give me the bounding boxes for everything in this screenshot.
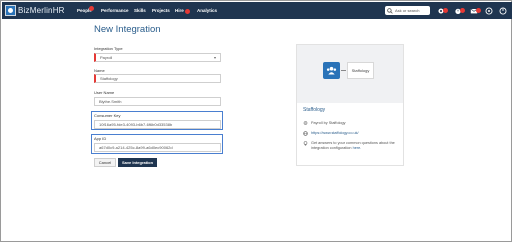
logo-icon	[5, 5, 16, 16]
integration-type-select[interactable]: Payroll ▾	[94, 53, 221, 62]
name-label: Name	[94, 68, 105, 73]
staffology-tile-label: Staffology	[351, 68, 370, 73]
integration-type-label: Integration Type	[94, 46, 123, 51]
help-link[interactable]: here.	[353, 146, 362, 150]
website-link[interactable]: https://www.staffology.co.uk/	[311, 131, 359, 136]
app-id-input[interactable]: a67d0c9-a214-425c-8a99-a6d0ec90062d	[94, 143, 221, 152]
power-icon	[499, 7, 507, 15]
app-id-value: a67d0c9-a214-425c-8a99-a6d0ec90062d	[99, 145, 173, 150]
bizmerlin-tile	[323, 62, 340, 79]
consumer-key-value: 10f16a95-fde3-4093-b6b7-6f6b0d33538b	[99, 122, 173, 127]
people-icon	[326, 66, 337, 75]
card-title: Staffology	[303, 107, 326, 113]
chevron-down-icon: ▾	[213, 55, 216, 60]
nav-badge-hire	[185, 9, 190, 14]
integration-type-value: Payroll	[100, 55, 113, 60]
nav-item-performance[interactable]: Performance	[101, 7, 129, 14]
nav-item-hire[interactable]: Hire	[175, 7, 184, 14]
power-nav-button[interactable]	[499, 7, 507, 15]
nav-badge-people	[89, 6, 94, 11]
mail-badge	[476, 8, 481, 13]
settings-badge	[443, 8, 448, 13]
app-window: BizMerlinHR People Performance Skills Pr…	[0, 0, 512, 242]
consumer-key-label: Consumer Key	[94, 113, 121, 118]
user-name-value: Blythe.Smith	[99, 99, 122, 104]
help-text-wrap: Get answers to your common questions abo…	[311, 141, 401, 151]
settings-nav-button[interactable]	[437, 7, 448, 15]
powered-by-text: Payroll by Staffology	[311, 121, 346, 125]
powered-by-row: Payroll by Staffology	[303, 121, 401, 126]
page-title: New Integration	[94, 24, 161, 35]
alarm-badge	[460, 8, 465, 13]
integration-visual: Staffology	[297, 45, 403, 103]
search-box[interactable]: Ask or search	[385, 6, 430, 15]
name-input[interactable]: Staffology	[94, 74, 221, 83]
lightbulb-icon	[303, 141, 308, 146]
app-id-label: App ID	[94, 136, 107, 141]
help-icon	[485, 7, 493, 15]
help-nav-button[interactable]	[485, 7, 493, 15]
connector-arrow-icon	[341, 70, 346, 71]
integration-info-card: Staffology Staffology Payroll by Staffol…	[296, 44, 404, 166]
top-navbar: BizMerlinHR People Performance Skills Pr…	[2, 2, 512, 19]
name-value: Staffology	[100, 76, 118, 81]
alarm-nav-button[interactable]	[454, 7, 465, 15]
consumer-key-input[interactable]: 10f16a95-fde3-4093-b6b7-6f6b0d33538b	[94, 120, 221, 129]
cancel-button[interactable]: Cancel	[94, 158, 116, 167]
mail-nav-button[interactable]	[470, 7, 481, 15]
brand-logo[interactable]: BizMerlinHR	[5, 5, 73, 16]
brand-name: BizMerlinHR	[18, 6, 65, 15]
globe-icon	[303, 131, 308, 136]
help-row: Get answers to your common questions abo…	[303, 141, 401, 151]
save-integration-button[interactable]: Save Integration	[118, 158, 157, 167]
user-name-label: User Name	[94, 90, 115, 95]
website-row: https://www.staffology.co.uk/	[303, 131, 401, 136]
user-name-input[interactable]: Blythe.Smith	[94, 97, 221, 106]
search-placeholder: Ask or search	[395, 8, 420, 13]
nav-item-projects[interactable]: Projects	[152, 7, 170, 14]
search-icon	[387, 7, 393, 14]
nav-item-skills[interactable]: Skills	[134, 7, 146, 14]
staffology-tile: Staffology	[347, 62, 374, 79]
pin-icon	[303, 121, 308, 125]
nav-item-analytics[interactable]: Analytics	[197, 7, 217, 14]
